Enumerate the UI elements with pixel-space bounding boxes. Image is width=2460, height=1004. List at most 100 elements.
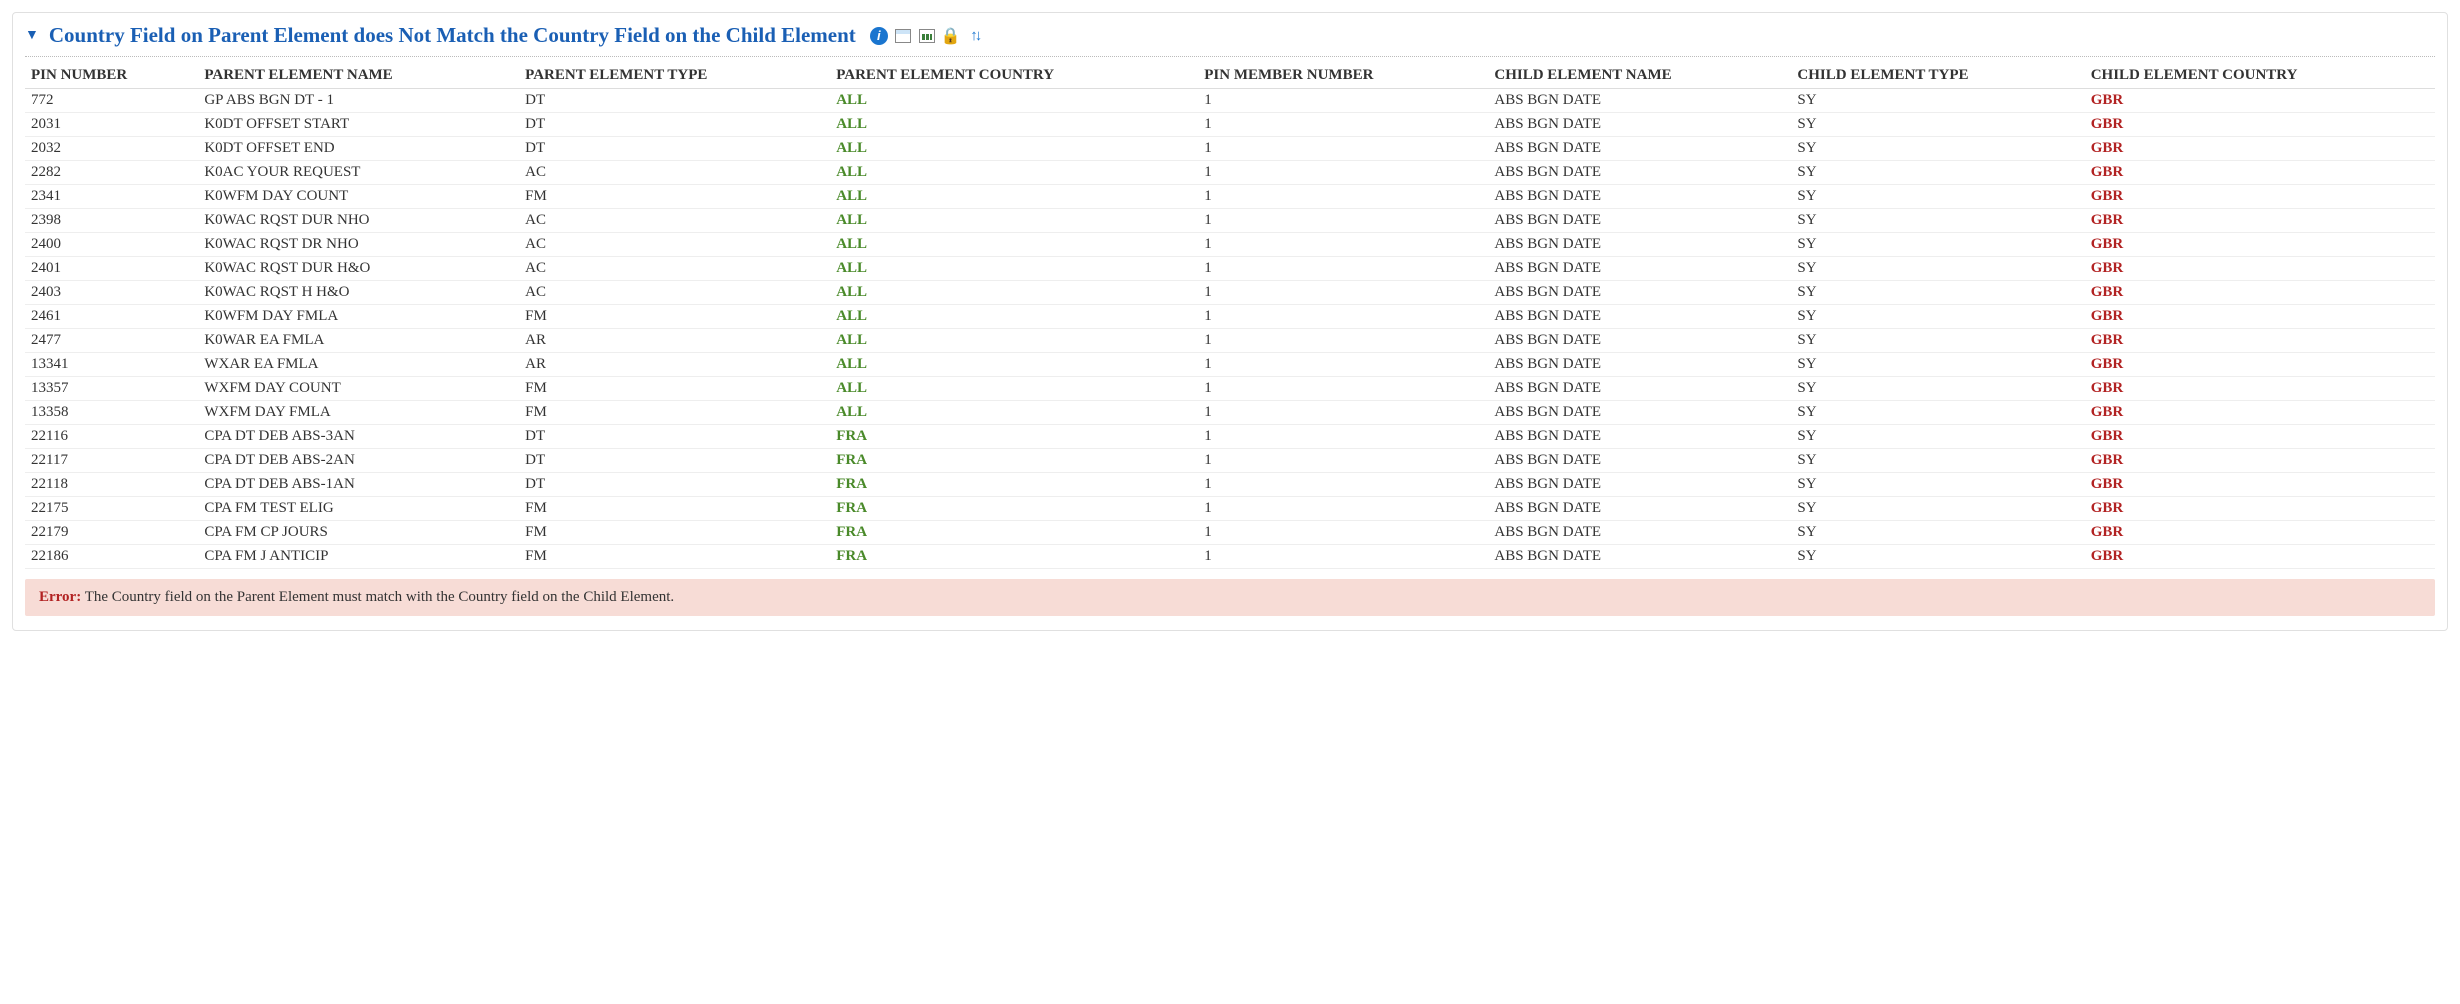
table-row: 2400K0WAC RQST DR NHOACALL1ABS BGN DATES…	[25, 233, 2435, 257]
cell-child-name: ABS BGN DATE	[1488, 497, 1791, 521]
cell-pin: 13358	[25, 401, 198, 425]
lock-icon[interactable]: 🔒	[942, 27, 960, 45]
cell-member: 1	[1198, 257, 1488, 281]
cell-child-name: ABS BGN DATE	[1488, 113, 1791, 137]
cell-pin: 2031	[25, 113, 198, 137]
cell-member: 1	[1198, 305, 1488, 329]
cell-parent-country: FRA	[830, 545, 1198, 569]
cell-parent-country: ALL	[830, 329, 1198, 353]
cell-pin: 2398	[25, 209, 198, 233]
table-row: 2282K0AC YOUR REQUESTACALL1ABS BGN DATES…	[25, 161, 2435, 185]
cell-child-type: SY	[1791, 521, 2084, 545]
table-row: 2031K0DT OFFSET STARTDTALL1ABS BGN DATES…	[25, 113, 2435, 137]
cell-child-country: GBR	[2085, 473, 2435, 497]
cell-child-name: ABS BGN DATE	[1488, 521, 1791, 545]
table-row: 772GP ABS BGN DT - 1DTALL1ABS BGN DATESY…	[25, 89, 2435, 113]
cell-parent-type: AC	[519, 161, 830, 185]
report-panel: ▼ Country Field on Parent Element does N…	[12, 12, 2448, 631]
export-chart-icon[interactable]	[918, 27, 936, 45]
cell-child-type: SY	[1791, 137, 2084, 161]
toolbar-icons: i 🔒 ↑↓	[870, 27, 984, 45]
cell-child-type: SY	[1791, 89, 2084, 113]
col-pin-member[interactable]: PIN MEMBER NUMBER	[1198, 63, 1488, 89]
panel-title: Country Field on Parent Element does Not…	[49, 23, 856, 48]
cell-child-name: ABS BGN DATE	[1488, 89, 1791, 113]
cell-parent-country: ALL	[830, 209, 1198, 233]
cell-child-country: GBR	[2085, 161, 2435, 185]
col-child-country[interactable]: CHILD ELEMENT COUNTRY	[2085, 63, 2435, 89]
cell-parent-country: ALL	[830, 233, 1198, 257]
table-row: 2032K0DT OFFSET ENDDTALL1ABS BGN DATESYG…	[25, 137, 2435, 161]
cell-member: 1	[1198, 401, 1488, 425]
popout-window-icon[interactable]	[894, 27, 912, 45]
cell-parent-name: K0WAR EA FMLA	[198, 329, 519, 353]
cell-pin: 22179	[25, 521, 198, 545]
cell-child-country: GBR	[2085, 185, 2435, 209]
cell-member: 1	[1198, 209, 1488, 233]
cell-parent-country: FRA	[830, 425, 1198, 449]
table-row: 22175CPA FM TEST ELIGFMFRA1ABS BGN DATES…	[25, 497, 2435, 521]
cell-child-name: ABS BGN DATE	[1488, 545, 1791, 569]
cell-pin: 22116	[25, 425, 198, 449]
cell-parent-type: FM	[519, 185, 830, 209]
col-parent-type[interactable]: PARENT ELEMENT TYPE	[519, 63, 830, 89]
cell-child-type: SY	[1791, 353, 2084, 377]
error-label: Error:	[39, 589, 81, 605]
col-child-name[interactable]: CHILD ELEMENT NAME	[1488, 63, 1791, 89]
cell-child-name: ABS BGN DATE	[1488, 233, 1791, 257]
cell-parent-name: K0WFM DAY COUNT	[198, 185, 519, 209]
sort-arrows-icon[interactable]: ↑↓	[966, 27, 984, 45]
cell-child-type: SY	[1791, 377, 2084, 401]
cell-child-country: GBR	[2085, 401, 2435, 425]
col-parent-name[interactable]: PARENT ELEMENT NAME	[198, 63, 519, 89]
cell-child-country: GBR	[2085, 353, 2435, 377]
cell-parent-country: ALL	[830, 305, 1198, 329]
cell-child-name: ABS BGN DATE	[1488, 353, 1791, 377]
error-message-bar: Error: The Country field on the Parent E…	[25, 579, 2435, 616]
cell-child-name: ABS BGN DATE	[1488, 137, 1791, 161]
cell-child-name: ABS BGN DATE	[1488, 401, 1791, 425]
col-parent-country[interactable]: PARENT ELEMENT COUNTRY	[830, 63, 1198, 89]
cell-parent-name: CPA DT DEB ABS-3AN	[198, 425, 519, 449]
info-icon[interactable]: i	[870, 27, 888, 45]
cell-member: 1	[1198, 377, 1488, 401]
cell-parent-type: FM	[519, 401, 830, 425]
collapse-toggle-icon[interactable]: ▼	[25, 28, 39, 44]
cell-member: 1	[1198, 233, 1488, 257]
cell-child-type: SY	[1791, 401, 2084, 425]
cell-parent-name: CPA FM TEST ELIG	[198, 497, 519, 521]
cell-member: 1	[1198, 497, 1488, 521]
cell-parent-name: K0WAC RQST H H&O	[198, 281, 519, 305]
cell-child-type: SY	[1791, 281, 2084, 305]
cell-parent-type: FM	[519, 305, 830, 329]
cell-member: 1	[1198, 89, 1488, 113]
cell-parent-name: CPA FM CP JOURS	[198, 521, 519, 545]
cell-parent-type: FM	[519, 377, 830, 401]
cell-parent-name: CPA FM J ANTICIP	[198, 545, 519, 569]
cell-child-country: GBR	[2085, 209, 2435, 233]
cell-parent-country: ALL	[830, 113, 1198, 137]
cell-child-country: GBR	[2085, 113, 2435, 137]
cell-child-country: GBR	[2085, 449, 2435, 473]
col-child-type[interactable]: CHILD ELEMENT TYPE	[1791, 63, 2084, 89]
cell-parent-type: DT	[519, 449, 830, 473]
table-row: 22186CPA FM J ANTICIPFMFRA1ABS BGN DATES…	[25, 545, 2435, 569]
cell-parent-name: WXFM DAY FMLA	[198, 401, 519, 425]
cell-child-name: ABS BGN DATE	[1488, 257, 1791, 281]
table-row: 2401K0WAC RQST DUR H&OACALL1ABS BGN DATE…	[25, 257, 2435, 281]
cell-child-type: SY	[1791, 209, 2084, 233]
cell-child-type: SY	[1791, 161, 2084, 185]
cell-pin: 772	[25, 89, 198, 113]
cell-parent-country: ALL	[830, 401, 1198, 425]
cell-pin: 2477	[25, 329, 198, 353]
cell-parent-name: K0DT OFFSET END	[198, 137, 519, 161]
cell-pin: 22186	[25, 545, 198, 569]
cell-parent-type: AC	[519, 281, 830, 305]
cell-child-name: ABS BGN DATE	[1488, 305, 1791, 329]
cell-pin: 13341	[25, 353, 198, 377]
col-pin-number[interactable]: PIN NUMBER	[25, 63, 198, 89]
cell-parent-type: DT	[519, 89, 830, 113]
cell-member: 1	[1198, 329, 1488, 353]
cell-pin: 22117	[25, 449, 198, 473]
cell-child-name: ABS BGN DATE	[1488, 329, 1791, 353]
